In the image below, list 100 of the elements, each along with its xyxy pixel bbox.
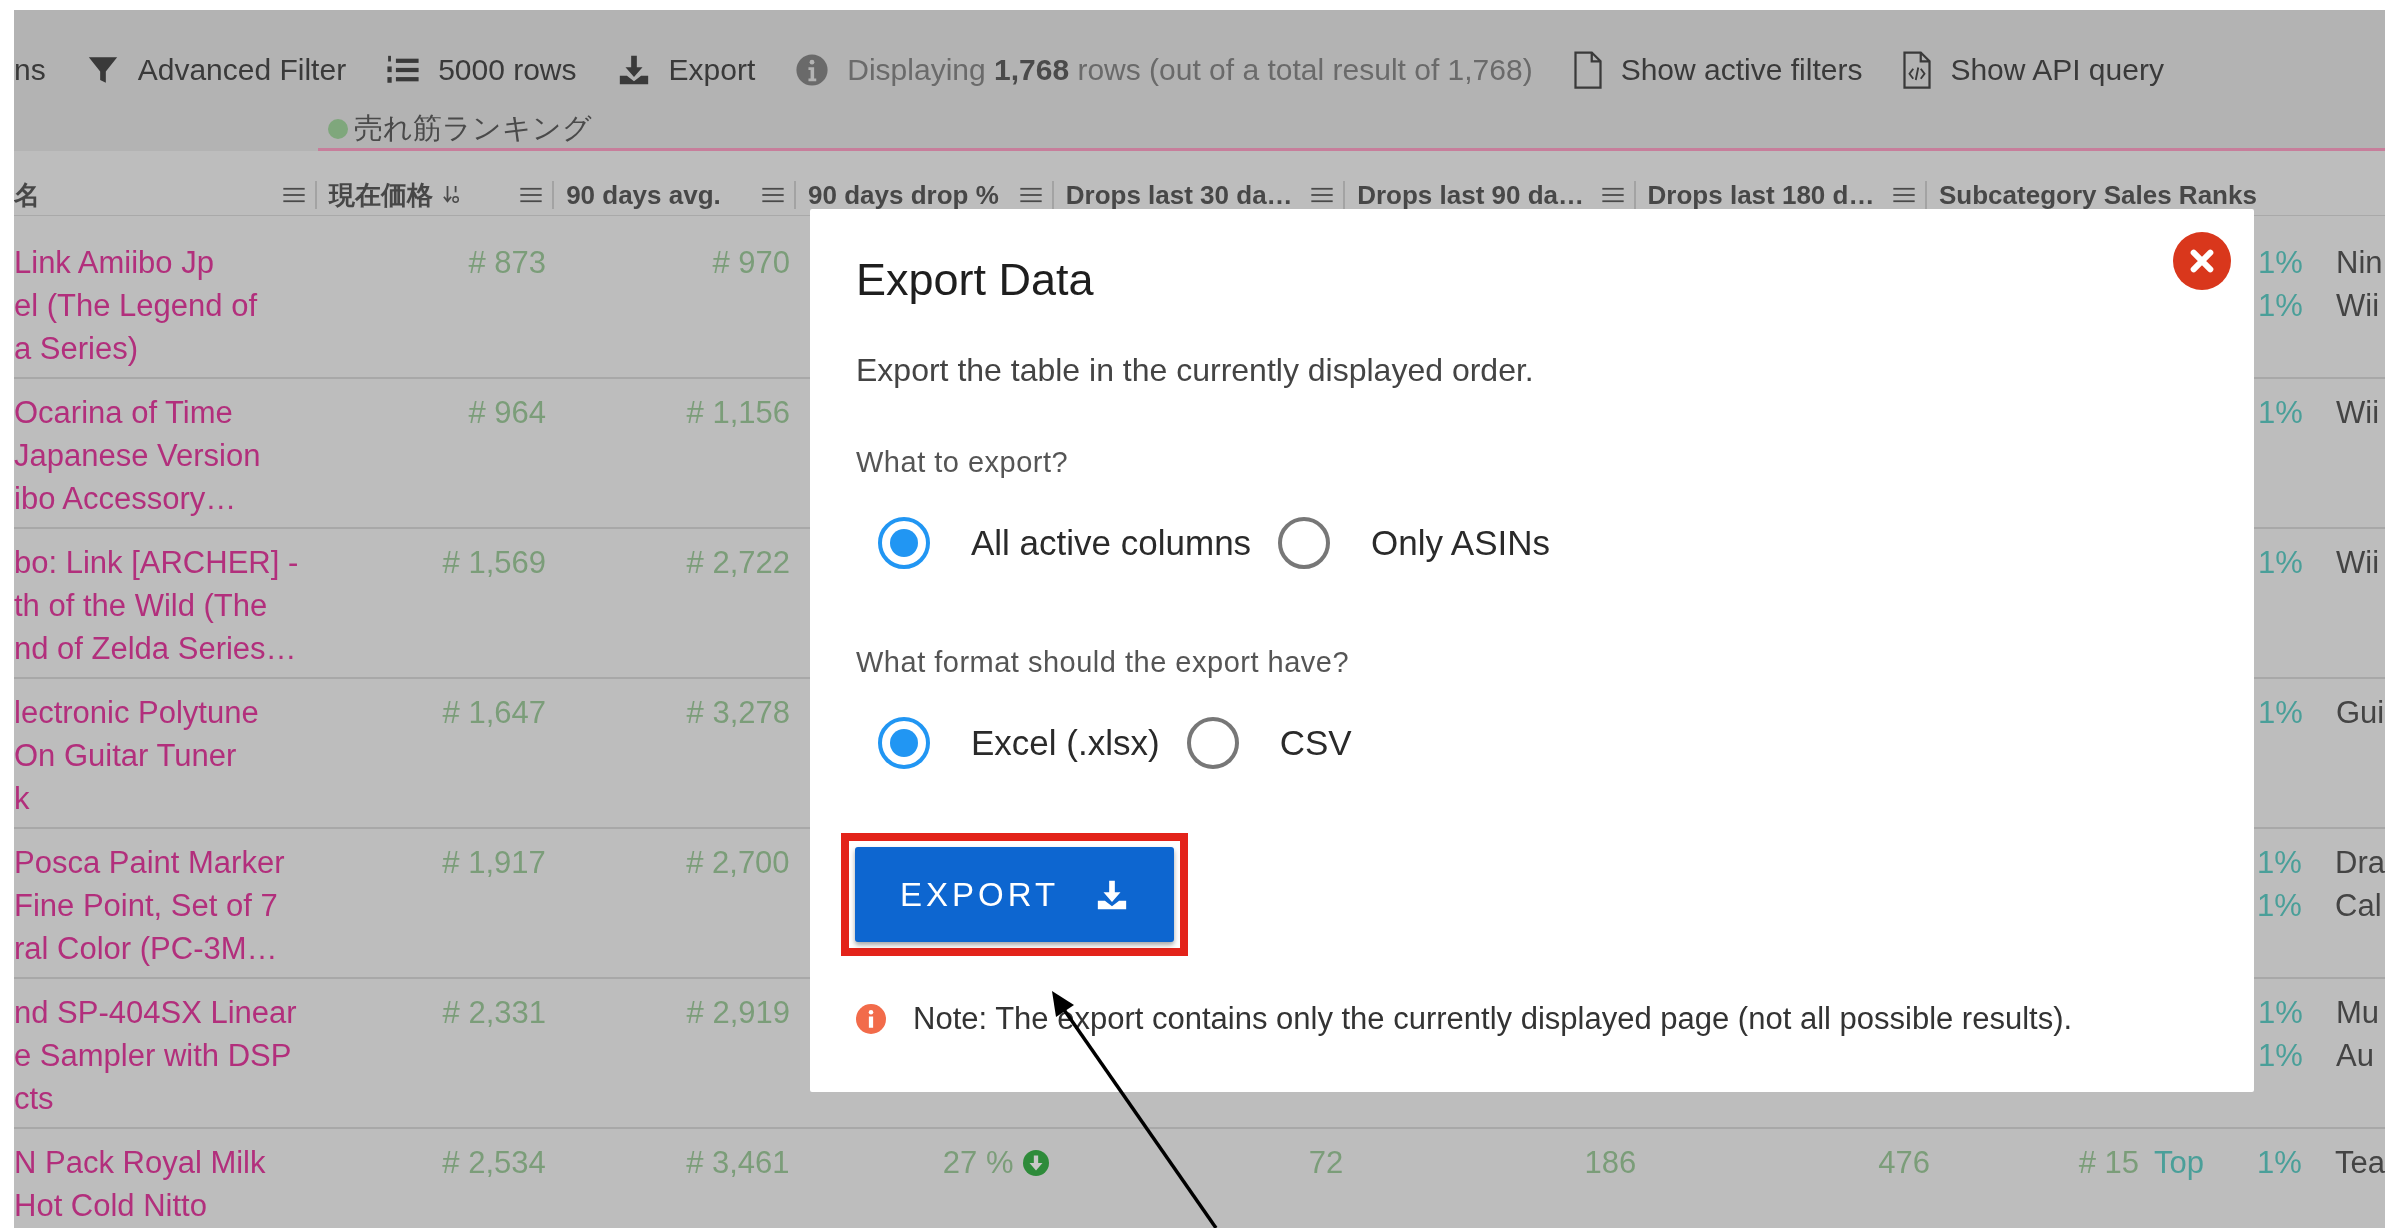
subcategory-name: Gui	[2336, 694, 2385, 732]
price-rank: # 1,917	[442, 844, 546, 882]
subcategory-name: Tea	[2335, 1144, 2385, 1182]
column-menu-icon[interactable]	[520, 187, 543, 203]
question-label: What to export?	[856, 445, 1070, 480]
rank-share: 1%	[2257, 887, 2303, 925]
radio-option[interactable]: CSV	[1186, 717, 1352, 769]
info-icon	[856, 1004, 886, 1034]
average-rank: # 2,722	[686, 544, 790, 582]
column-header[interactable]: Subcategory Sales Ranks	[1939, 179, 2257, 211]
product-title[interactable]: Ocarina of Time	[14, 391, 233, 434]
code-file-icon	[1902, 51, 1933, 89]
radio-button[interactable]	[878, 717, 930, 769]
rank-share: 1%	[2258, 694, 2304, 732]
export-button[interactable]: Export	[668, 53, 756, 87]
top-label: Top	[2154, 1145, 2204, 1180]
rank-share: 1%	[2258, 287, 2304, 325]
api-query-button[interactable]: Show API query	[1950, 53, 2164, 87]
price-rank: # 873	[468, 244, 546, 282]
column-header[interactable]: 名	[14, 177, 40, 213]
price-rank: # 1,569	[442, 544, 546, 582]
product-title[interactable]: N Pack Royal Milk	[14, 1141, 266, 1184]
rank-share: 1%	[2257, 844, 2303, 882]
average-rank: # 3,278	[686, 694, 790, 732]
column-menu-icon[interactable]	[1601, 187, 1624, 203]
product-title[interactable]: k	[14, 777, 30, 820]
product-title[interactable]: Link Amiibo Jp	[14, 241, 214, 284]
status-dot-icon	[328, 118, 348, 139]
drop-count: 186	[1584, 1144, 1637, 1182]
subcategory-name: Dra	[2335, 844, 2385, 882]
product-title[interactable]: Fine Point, Set of 7	[14, 884, 278, 927]
column-header[interactable]: 90 days drop %	[808, 179, 999, 211]
subcategory-name: Mu	[2336, 994, 2380, 1032]
product-title[interactable]: Hot Cold Nitto	[14, 1184, 207, 1227]
column-header[interactable]: Drops last 90 da…	[1357, 179, 1584, 211]
subcategory-name: Nin	[2336, 244, 2383, 282]
show-filters-button[interactable]: Show active filters	[1620, 53, 1863, 87]
radio-option[interactable]: Excel (.xlsx)	[878, 717, 1160, 769]
toolbar-link[interactable]: ns	[14, 53, 46, 87]
rank-share: 1%	[2258, 394, 2304, 432]
rank-share: 1%	[2258, 1037, 2304, 1075]
product-title[interactable]: lectronic Polytune	[14, 691, 259, 734]
radio-button[interactable]	[1186, 717, 1239, 769]
column-header[interactable]: 90 days avg.	[566, 179, 721, 211]
price-rank: # 2,331	[442, 994, 546, 1032]
column-header[interactable]: Drops last 180 d…	[1647, 179, 1875, 211]
result-count-text: Displaying 1,768 rows (out of a total result of 1,768)	[847, 53, 1533, 87]
column-menu-icon[interactable]	[283, 187, 306, 203]
rank-share: 1%	[2258, 994, 2304, 1032]
average-rank: # 2,700	[686, 844, 790, 882]
drop-count: 72	[1308, 1144, 1344, 1182]
column-menu-icon[interactable]	[1019, 187, 1042, 203]
close-button[interactable]	[2173, 232, 2231, 290]
subcategory-name: Wii	[2336, 544, 2380, 582]
column-menu-icon[interactable]	[1893, 187, 1915, 203]
rank-share: 1%	[2257, 1144, 2303, 1182]
advanced-filter-button[interactable]: Advanced Filter	[137, 53, 347, 87]
rows-button[interactable]: 5000 rows	[438, 53, 577, 87]
average-rank: # 2,919	[686, 994, 790, 1032]
product-title[interactable]: nd of Zelda Series…	[14, 627, 297, 670]
average-rank: # 970	[712, 244, 790, 282]
export-button[interactable]: EXPORT	[855, 847, 1174, 942]
product-title[interactable]: Posca Paint Marker	[14, 841, 285, 884]
product-title[interactable]: On Guitar Tuner	[14, 734, 237, 777]
price-rank: # 2,534	[442, 1144, 546, 1182]
product-title[interactable]: bo: Link [ARCHER] -	[14, 541, 299, 584]
info-icon	[795, 53, 830, 87]
average-rank: # 3,461	[686, 1144, 790, 1182]
drop-count: 476	[1878, 1144, 1930, 1182]
rank-share: 1%	[2258, 244, 2304, 282]
product-title[interactable]: Japanese Version	[14, 434, 261, 477]
radio-option[interactable]: Only ASINs	[1278, 517, 1551, 569]
column-header[interactable]: 現在価格	[329, 177, 434, 213]
subcategory-name: Au	[2336, 1037, 2375, 1075]
view-tab-label: 売れ筋ランキング	[354, 110, 592, 146]
product-title[interactable]: cts	[14, 1077, 54, 1120]
product-title[interactable]: e Sampler with DSP	[14, 1034, 292, 1077]
radio-button[interactable]	[1278, 517, 1331, 569]
subcategory-rank: # 15	[2078, 1144, 2139, 1182]
rank-share: 1%	[2258, 544, 2304, 582]
subcategory-name: Wii	[2336, 287, 2381, 325]
product-title[interactable]: th of the Wild (The	[14, 584, 268, 627]
product-title[interactable]: ral Color (PC-3M…	[14, 927, 278, 970]
question-label: What format should the export have?	[856, 645, 1351, 680]
average-rank: # 1,156	[686, 394, 790, 432]
dialog-title: Export Data	[856, 253, 1095, 307]
product-title[interactable]: a Series)	[14, 327, 139, 370]
drop-percent: 27 %	[942, 1144, 1014, 1182]
column-header[interactable]: Drops last 30 da…	[1065, 179, 1293, 211]
product-title[interactable]: nd SP-404SX Linear	[14, 991, 297, 1034]
column-menu-icon[interactable]	[1311, 187, 1334, 203]
dialog-description: Export the table in the currently displayed order.	[856, 351, 1535, 390]
subcategory-name: Cal	[2335, 887, 2383, 925]
document-icon	[1572, 51, 1603, 89]
column-menu-icon[interactable]	[762, 187, 784, 203]
radio-option[interactable]: All active columns	[878, 517, 1252, 569]
price-rank: # 1,647	[442, 694, 546, 732]
radio-button[interactable]	[878, 517, 930, 569]
product-title[interactable]: ibo Accessory…	[14, 477, 237, 520]
product-title[interactable]: el (The Legend of	[14, 284, 257, 327]
